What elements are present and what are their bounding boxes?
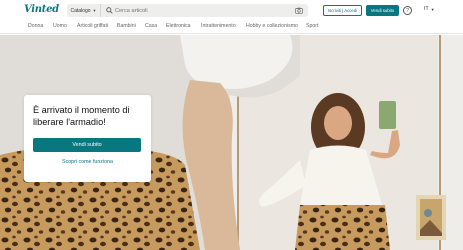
vinted-homepage: Vinted Catalogo ▼ Iscriviti | Accedi Ven… — [0, 0, 463, 250]
sell-now-button[interactable]: Vendi subito — [366, 5, 399, 16]
search-input[interactable] — [115, 4, 285, 17]
how-it-works-link[interactable]: Scopri come funziona — [24, 159, 151, 165]
catalog-label: Catalogo — [70, 7, 91, 14]
signup-login-button[interactable]: Iscriviti | Accedi — [323, 5, 362, 16]
nav-item-bambini[interactable]: Bambini — [117, 23, 136, 29]
nav-item-donna[interactable]: Donna — [28, 23, 43, 29]
hero-title: È arrivato il momento di liberare l'arma… — [33, 105, 130, 127]
language-label: IT — [424, 6, 429, 12]
help-icon[interactable]: ? — [403, 6, 412, 15]
hero-banner: È arrivato il momento di liberare l'arma… — [0, 35, 463, 250]
language-selector[interactable]: IT ▼ — [424, 6, 435, 12]
nav-item-articoli-griffati[interactable]: Articoli griffati — [77, 23, 108, 29]
top-header: Vinted Catalogo ▼ Iscriviti | Accedi Ven… — [0, 0, 463, 20]
category-nav: Donna Uomo Articoli griffati Bambini Cas… — [0, 20, 463, 34]
chevron-down-icon: ▼ — [92, 8, 97, 13]
hero-sell-button[interactable]: Vendi subito — [33, 138, 141, 152]
vinted-logo[interactable]: Vinted — [24, 4, 59, 15]
nav-item-sport[interactable]: Sport — [306, 23, 318, 29]
chevron-down-icon: ▼ — [430, 6, 435, 12]
camera-icon[interactable] — [295, 7, 303, 14]
search-icon — [106, 7, 113, 14]
nav-item-elettronica[interactable]: Elettronica — [166, 23, 191, 29]
nav-item-casa[interactable]: Casa — [145, 23, 157, 29]
nav-item-intrattenimento[interactable]: Intrattenimento — [201, 23, 236, 29]
search-bar: Catalogo ▼ — [67, 4, 308, 17]
nav-item-hobby-collezionismo[interactable]: Hobby e collezionismo — [246, 23, 298, 29]
catalog-dropdown[interactable]: Catalogo ▼ — [67, 4, 101, 17]
hero-card: È arrivato il momento di liberare l'arma… — [24, 95, 151, 182]
nav-item-uomo[interactable]: Uomo — [53, 23, 67, 29]
